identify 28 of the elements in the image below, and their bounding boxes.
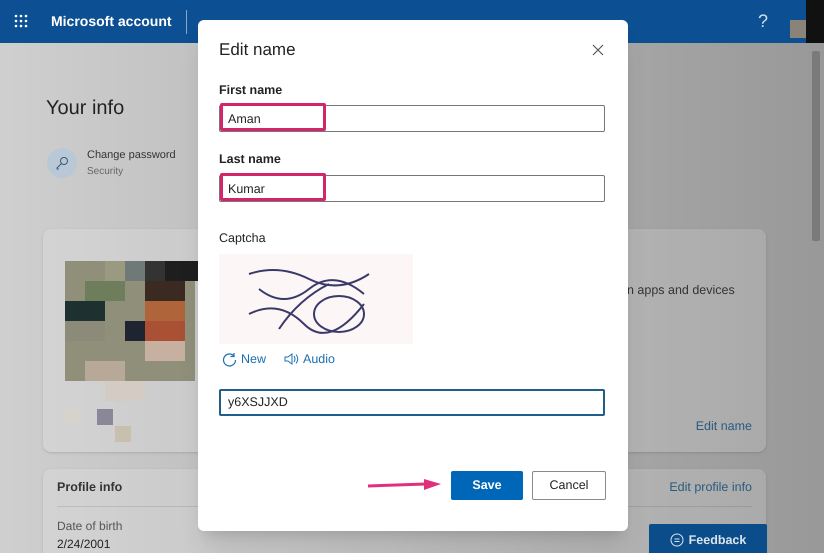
app-launcher-icon[interactable] [14, 14, 29, 29]
new-captcha-link[interactable]: New [222, 350, 266, 368]
chat-icon [670, 533, 684, 547]
speaker-icon [284, 353, 300, 366]
dialog-title: Edit name [219, 39, 296, 61]
text-field[interactable]: Kumar [219, 175, 605, 202]
cancel-button[interactable]: Cancel [532, 470, 606, 500]
field-label: Date of birth [57, 518, 122, 534]
field-label: Last name [219, 151, 282, 168]
field-label: Captcha [219, 230, 267, 247]
scrollbar[interactable] [812, 51, 820, 241]
refresh-icon [222, 352, 237, 367]
close-icon[interactable] [592, 44, 604, 56]
save-button[interactable]: Save [451, 470, 523, 500]
link-subtitle: Security [87, 164, 124, 178]
page-title: Your info [46, 96, 124, 121]
text-field[interactable]: Aman [219, 105, 605, 132]
field-value: 2/24/2001 [57, 536, 110, 552]
card-title: Profile info [57, 478, 122, 496]
help-icon[interactable]: ? [758, 8, 768, 35]
brand-name: Microsoft account [51, 12, 172, 31]
field-label: First name [219, 82, 284, 98]
captcha-field[interactable]: y6XSJJXD [219, 388, 605, 416]
feedback-button[interactable]: Feedback [649, 524, 767, 553]
link-title[interactable]: Change password [87, 147, 176, 164]
card-text: n apps and devices [627, 282, 736, 299]
key-icon[interactable] [47, 148, 77, 178]
audio-captcha-link[interactable]: Audio [284, 350, 335, 368]
